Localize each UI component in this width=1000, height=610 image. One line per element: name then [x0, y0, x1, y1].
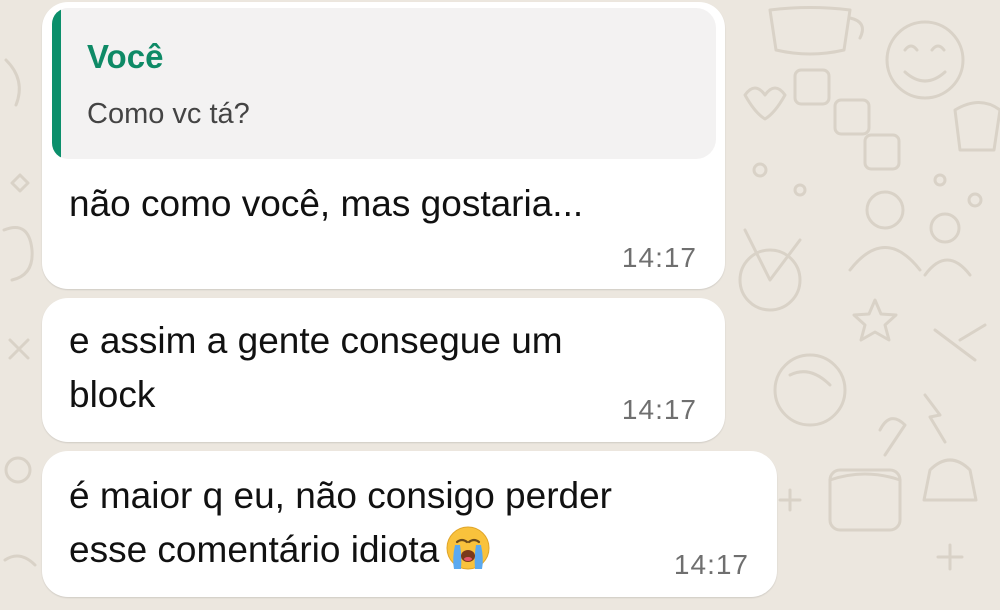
quoted-text: Como vc tá?	[87, 98, 250, 130]
message-line: esse comentário idiota	[69, 523, 612, 577]
message-line: e assim a gente consegue um	[69, 320, 563, 361]
message-bubble[interactable]: é maior q eu, não consigo perder esse co…	[42, 451, 777, 597]
message-line-text: esse comentário idiota	[69, 529, 440, 570]
message-bubble[interactable]: e assim a gente consegue um block 14:17	[42, 298, 725, 442]
message-time: 14:17	[621, 242, 697, 273]
quoted-message[interactable]: Você Como vc tá?	[52, 8, 716, 159]
message-text: não como você, mas gostaria...	[69, 183, 584, 224]
quoted-author: Você	[87, 38, 164, 75]
message-text: e assim a gente consegue um block	[69, 314, 563, 422]
quote-accent-bar	[52, 8, 61, 159]
message-text: é maior q eu, não consigo perder esse co…	[69, 469, 612, 577]
loudly-crying-face-icon	[445, 525, 491, 571]
message-line: block	[69, 374, 156, 415]
message-time: 14:17	[673, 549, 749, 580]
message-bubble[interactable]: Você Como vc tá? não como você, mas gost…	[42, 2, 725, 289]
message-time: 14:17	[621, 394, 697, 425]
message-line: é maior q eu, não consigo perder	[69, 475, 613, 516]
